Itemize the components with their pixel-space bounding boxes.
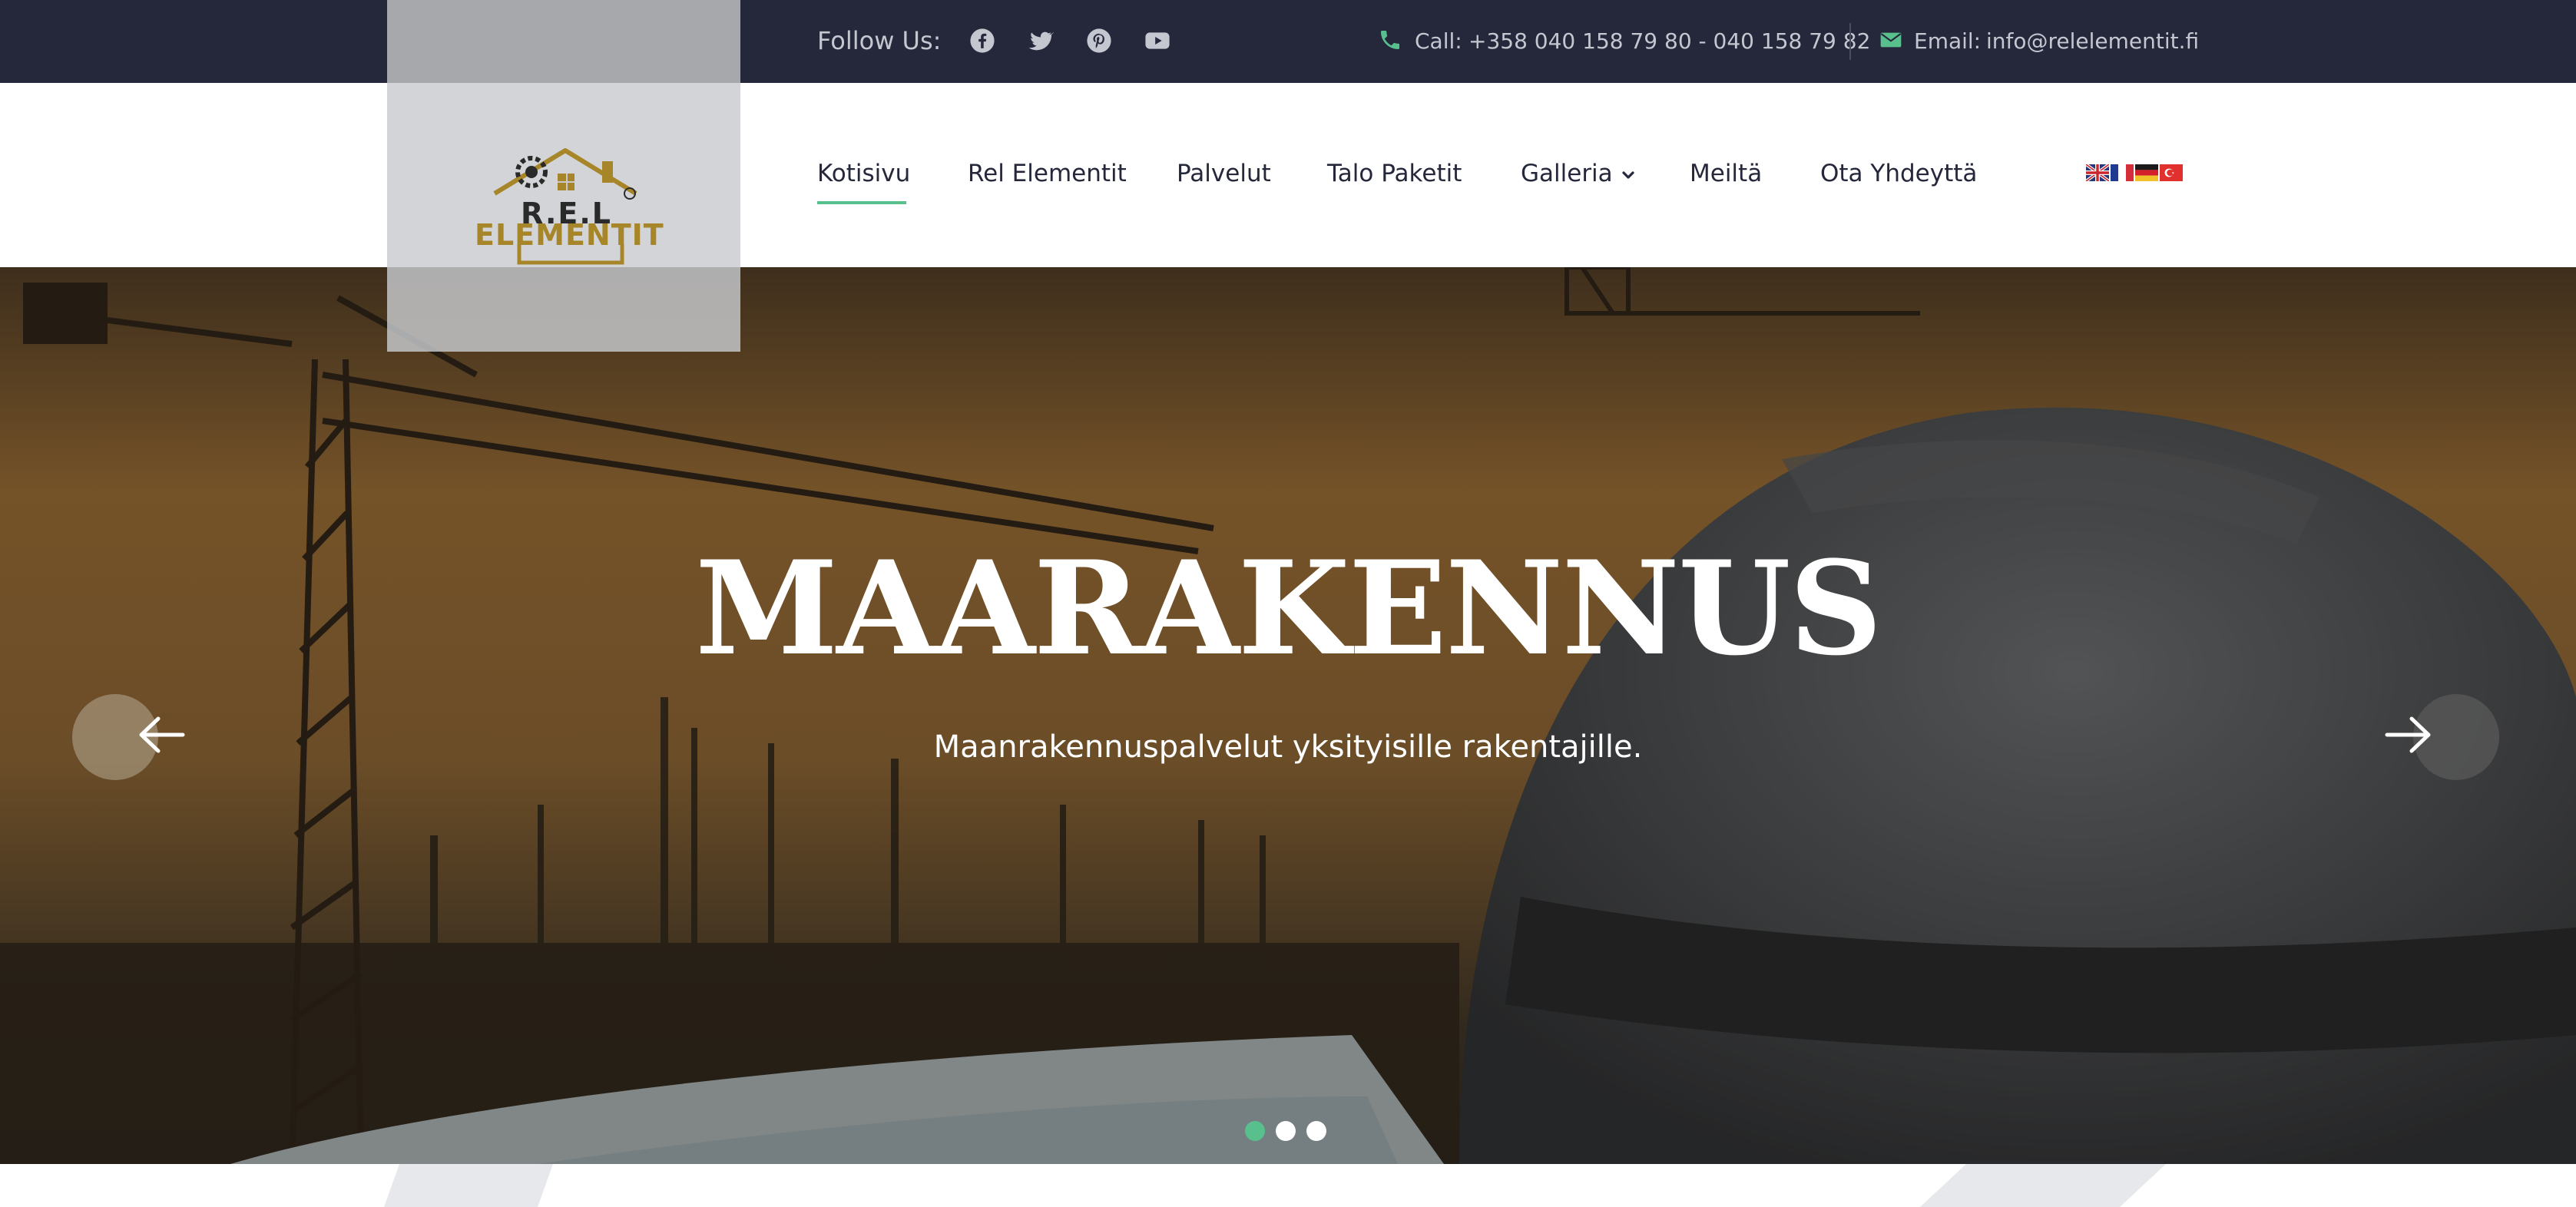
facebook-icon[interactable] <box>969 28 995 54</box>
chevron-down-icon <box>1621 167 1636 183</box>
nav-item-ota-yhdeytta[interactable]: Ota Yhdeyttä <box>1820 160 1977 187</box>
arrow-right-icon[interactable] <box>2381 708 2435 762</box>
decorative-shapes <box>384 1164 2166 1207</box>
hero-overlay <box>0 267 2576 1164</box>
flag-turkish-icon[interactable] <box>2160 164 2183 181</box>
slide-pagination <box>0 1121 2576 1144</box>
pinterest-icon[interactable] <box>1086 28 1112 54</box>
logo-box-top <box>387 0 740 83</box>
slide-dot-2[interactable] <box>1276 1121 1296 1141</box>
hero-subtitle: Maanrakennuspalvelut yksityisille rakent… <box>933 729 1643 765</box>
twitter-icon[interactable] <box>1028 28 1054 54</box>
call-label: Call: <box>1415 28 1462 54</box>
envelope-icon <box>1879 28 1903 52</box>
section-below-hero <box>0 1164 2576 1207</box>
nav-item-galleria[interactable]: Galleria <box>1521 160 1636 187</box>
hero-slider: MAARAKENNUS Maanrakennuspalvelut yksityi… <box>0 267 2576 1164</box>
youtube-icon[interactable] <box>1144 28 1170 54</box>
email-link[interactable]: info@relelementit.fi <box>1986 28 2199 54</box>
hero-title: MAARAKENNUS <box>695 532 1882 684</box>
nav-item-kotisivu[interactable]: Kotisivu <box>817 160 910 187</box>
email-label: Email: <box>1914 28 1982 54</box>
flag-french-icon[interactable] <box>2111 164 2134 181</box>
phone-icon <box>1378 28 1402 52</box>
logo-text-elementit: ELEMENTIT <box>475 218 664 252</box>
slide-dot-1[interactable] <box>1245 1121 1265 1141</box>
flag-german-icon[interactable] <box>2135 164 2158 181</box>
nav-active-indicator <box>817 201 906 204</box>
nav-item-galleria-label: Galleria <box>1521 160 1613 187</box>
contact-divider <box>1849 23 1851 60</box>
nav-item-palvelut[interactable]: Palvelut <box>1177 160 1271 187</box>
flag-english-icon[interactable] <box>2086 164 2109 181</box>
slide-dot-3[interactable] <box>1306 1121 1326 1141</box>
nav-item-meilta[interactable]: Meiltä <box>1690 160 1762 187</box>
follow-us-label: Follow Us: <box>817 26 942 55</box>
nav-item-rel-elementit[interactable]: Rel Elementit <box>968 160 1127 187</box>
phone-number-link[interactable]: +358 040 158 79 80 - 040 158 79 82 <box>1468 28 1870 54</box>
arrow-left-icon[interactable] <box>135 708 189 762</box>
nav-item-talo-paketit[interactable]: Talo Paketit <box>1327 160 1462 187</box>
